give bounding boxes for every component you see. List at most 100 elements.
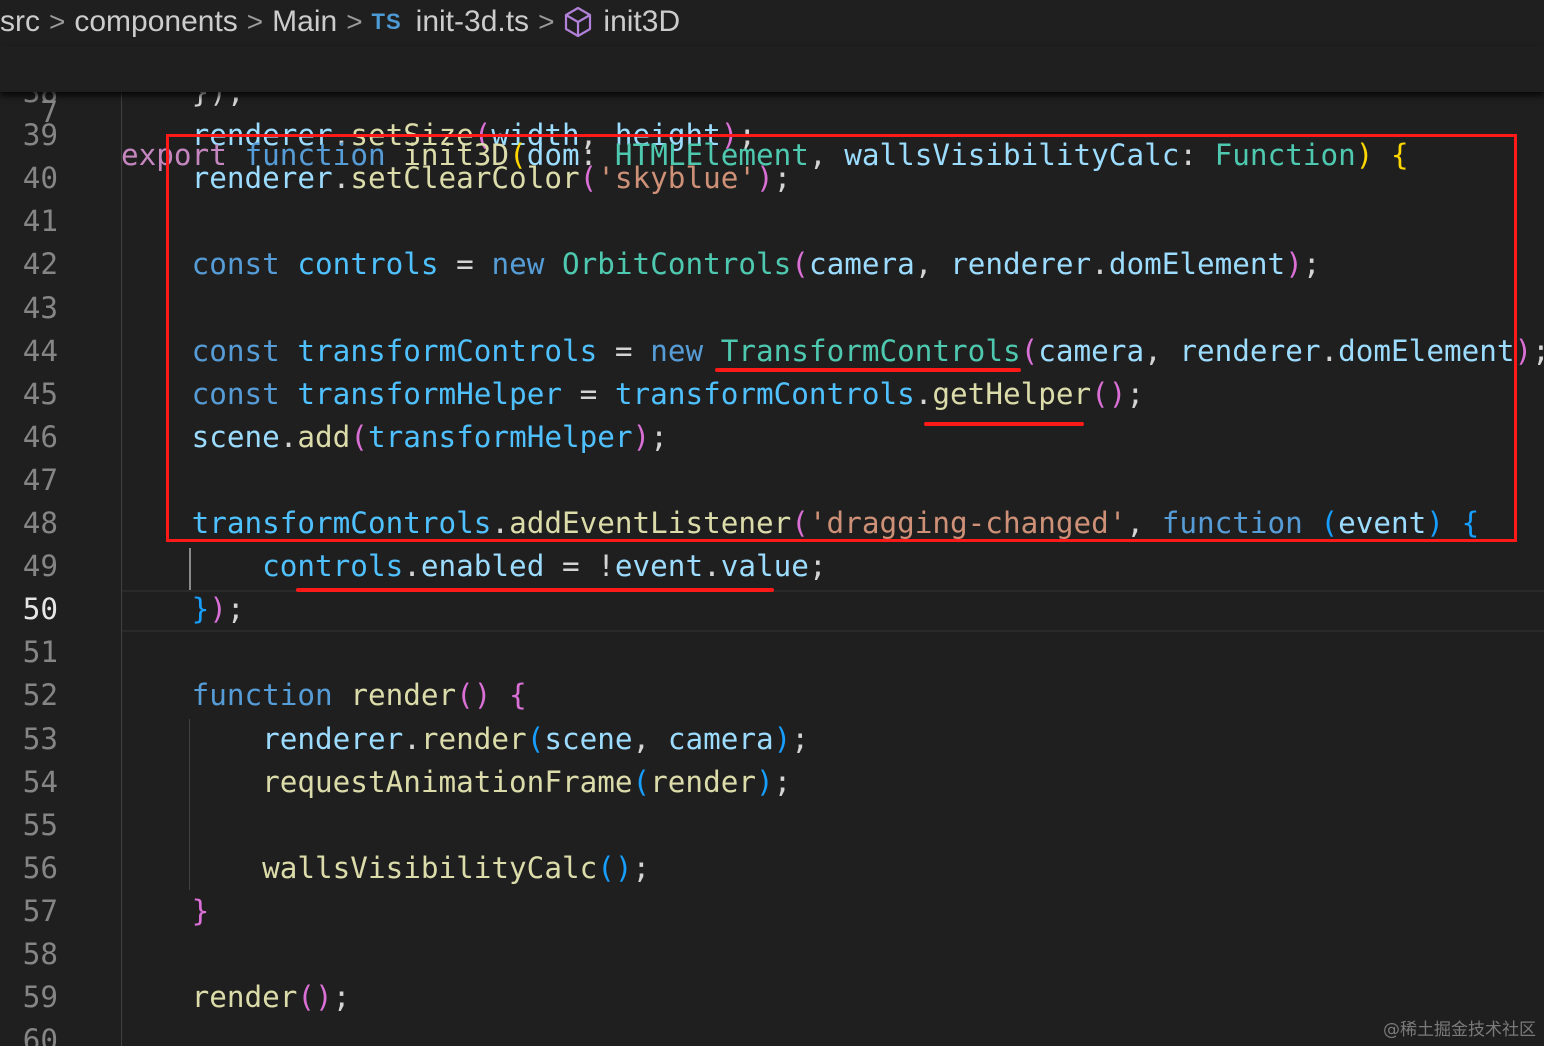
sticky-line: 7 export function init3D(dom: HTMLElemen… — [0, 48, 1544, 172]
breadcrumb-file[interactable]: init-3d.ts — [416, 5, 529, 39]
code-line: 60 — [0, 1019, 1544, 1046]
chevron-right-icon: > — [246, 6, 264, 37]
code-token: enabled — [420, 549, 545, 584]
code-line: 56 wallsVisibilityCalc(); — [0, 847, 1544, 890]
code-token: controls — [262, 549, 404, 584]
code-token: . — [403, 721, 421, 756]
line-number: 48 — [22, 506, 58, 540]
code-token: = ! — [544, 549, 615, 584]
code-line: 51 — [0, 631, 1544, 674]
code-token: () — [597, 850, 633, 885]
breadcrumb-src[interactable]: src — [0, 5, 40, 39]
line-number: 46 — [22, 419, 58, 454]
line-number: 51 — [22, 635, 58, 670]
line-number: 59 — [22, 980, 58, 1015]
code-token: wallsVisibilityCalc — [262, 850, 598, 885]
line-number: 56 — [22, 850, 58, 885]
line-code: render(); — [121, 976, 351, 1019]
chevron-right-icon: > — [538, 6, 555, 37]
code-token: () — [456, 678, 492, 713]
code-token: render — [420, 721, 527, 756]
underline-controls-enabled — [296, 588, 774, 592]
code-line: 54 requestAnimationFrame(render); — [0, 761, 1544, 804]
code-token: ; — [808, 549, 827, 584]
highlight-box — [166, 134, 1517, 542]
line-code: }); — [121, 92, 245, 114]
code-line: 53 renderer.render(scene, camera); — [0, 718, 1544, 761]
line-number: 49 — [22, 549, 58, 584]
code-token: () — [297, 980, 333, 1015]
breadcrumb-symbol[interactable]: init3D — [603, 5, 680, 39]
code-token: render — [350, 678, 457, 713]
chevron-right-icon: > — [346, 6, 363, 37]
line-number: 53 — [22, 721, 58, 756]
code-token: ; — [332, 980, 351, 1015]
line-code: } — [121, 890, 210, 933]
code-token: scene — [544, 721, 633, 756]
typescript-file-icon: TS — [371, 9, 402, 34]
breadcrumb: src > components > Main > TS init-3d.ts … — [0, 0, 1544, 44]
code-token: render — [191, 980, 298, 1015]
cube-symbol-icon — [563, 6, 593, 38]
code-line: 59 render(); — [0, 976, 1544, 1019]
code-token: function — [191, 678, 333, 713]
code-token: ; — [791, 721, 809, 756]
chevron-right-icon: > — [49, 6, 66, 37]
line-number: 57 — [22, 893, 58, 928]
line-code: renderer.render(scene, camera); — [121, 718, 809, 761]
code-token: ) — [1514, 333, 1533, 368]
code-token: } — [191, 592, 210, 627]
code-token: ; — [226, 592, 245, 627]
code-token: ; — [632, 850, 651, 885]
code-token: camera — [667, 721, 774, 756]
line-number: 60 — [22, 1023, 58, 1046]
line-number: 47 — [22, 462, 58, 497]
code-token: { — [509, 678, 527, 713]
code-line: 55 — [0, 804, 1544, 847]
sticky-scroll-header[interactable]: 7 export function init3D(dom: HTMLElemen… — [0, 46, 1544, 172]
code-token: , — [632, 721, 668, 756]
line-code: requestAnimationFrame(render); — [121, 761, 791, 804]
line-number: 52 — [22, 678, 58, 713]
code-token: ) — [209, 592, 227, 627]
line-number: 45 — [22, 376, 58, 411]
code-token: . — [403, 549, 421, 584]
breadcrumb-components[interactable]: components — [74, 5, 237, 39]
line-code: wallsVisibilityCalc(); — [121, 847, 650, 890]
underline-transformcontrols — [715, 368, 1021, 372]
line-code: }); — [121, 588, 245, 631]
code-token: requestAnimationFrame — [262, 764, 633, 799]
line-number: 55 — [22, 807, 58, 842]
line-code: function render() { — [121, 674, 527, 717]
underline-gethelper — [924, 422, 1084, 426]
code-token: ; — [1532, 334, 1544, 368]
code-line: 52 function render() { — [0, 674, 1544, 717]
line-number: 7 — [40, 95, 58, 129]
code-token: } — [191, 893, 210, 928]
code-token: event — [614, 549, 704, 584]
code-token: ( — [632, 764, 651, 799]
code-token: ; — [773, 764, 792, 799]
breadcrumb-main[interactable]: Main — [272, 5, 337, 39]
line-code: controls.enabled = !event.value; — [121, 545, 827, 588]
code-token: render — [650, 764, 756, 799]
line-number: 54 — [22, 764, 58, 799]
watermark: @稀土掘金技术社区 — [1383, 1020, 1536, 1040]
code-line: 50 }); — [0, 588, 1544, 631]
code-token: renderer — [262, 721, 404, 756]
code-token: ( — [526, 721, 545, 756]
code-token: . — [703, 549, 721, 584]
code-line: 58 — [0, 933, 1544, 976]
code-line: 57 } — [0, 890, 1544, 933]
code-token: value — [720, 549, 809, 584]
line-number: 44 — [22, 333, 58, 368]
line-number: 58 — [22, 937, 58, 971]
